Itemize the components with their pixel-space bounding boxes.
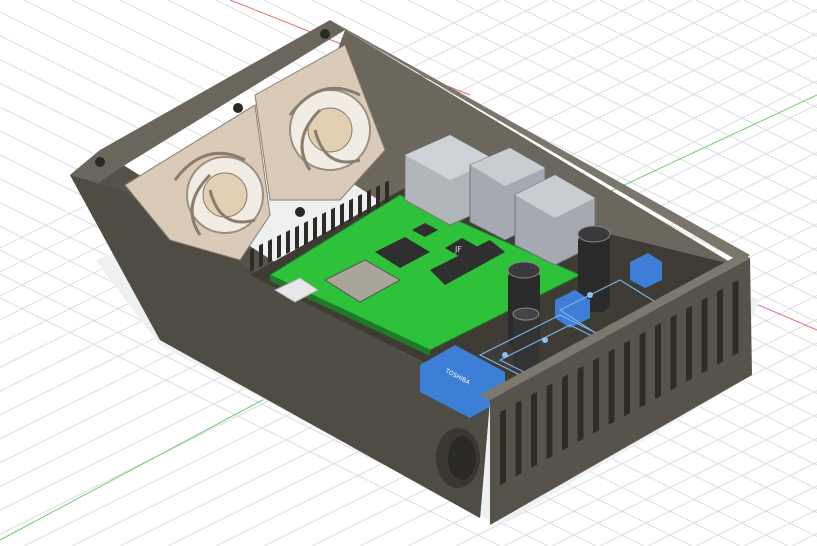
heatsink-fin [385,180,389,205]
vent-slot [701,297,708,374]
heatsink-fin [295,225,299,250]
vent-slot [577,366,584,442]
vent-slot [624,340,630,417]
heatsink-fin [268,239,272,263]
heatsink-fin [250,248,254,272]
vent-slot [732,280,739,356]
chip-marking: JF [454,245,462,254]
model-canvas[interactable]: JF TOSHIBA [0,0,817,546]
vent-slot [531,391,537,468]
screw-hole [233,103,243,113]
vent-slot [655,323,661,399]
cable-grommet[interactable] [436,428,480,488]
vent-slot [717,288,723,365]
vent-slot [593,357,599,434]
heatsink-fin [277,234,281,259]
heatsink-fin [313,216,317,241]
heatsink-fin [331,207,335,232]
grommet-inner [448,436,476,480]
vent-slot [639,331,646,408]
capacitor-3-top [512,307,540,321]
vent-slot [686,305,692,382]
heatsink-fin [259,243,263,268]
screw-hole [295,207,305,217]
vent-slot [608,348,615,425]
vent-slot [562,374,568,451]
vent-slot [500,409,506,485]
vent-slot [670,314,677,391]
3d-viewport[interactable]: JF TOSHIBA [0,0,817,546]
heatsink-fin [340,203,344,227]
heatsink-fin [376,185,380,209]
heatsink-fin [349,198,353,223]
screw-hole [95,157,105,167]
heatsink-fin [367,189,371,214]
screw-hole [320,29,330,39]
y-axis-line [0,379,301,541]
heatsink-fin [304,221,308,245]
vent-slot [515,400,522,477]
heatsink-fin [358,194,362,218]
heatsink-fin [286,230,290,254]
heatsink-fin [322,212,326,236]
fan-center-left [202,172,248,218]
capacitor-2-top [507,261,541,279]
vent-slot [546,383,553,460]
capacitor-1-top [577,225,611,243]
